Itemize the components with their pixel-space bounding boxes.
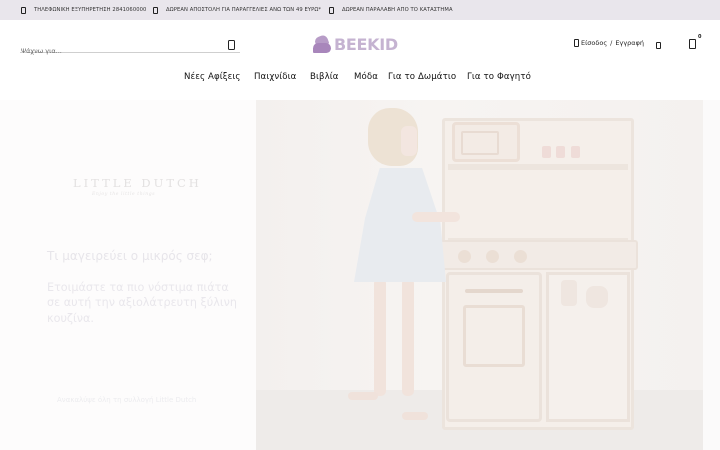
heart-icon[interactable] — [656, 42, 661, 49]
announcement-bar: ΤΗΛΕΦΩΝΙΚΗ ΕΞΥΠΗΡΕΤΗΣΗ 2841060000 ΔΩΡΕΑΝ… — [0, 0, 720, 20]
announcement-pickup: ΔΩΡΕΑΝ ΠΑΡΑΛΑΒΗ ΑΠΟ ΤΟ ΚΑΤΑΣΤΗΜΑ — [329, 0, 453, 20]
truck-icon — [153, 6, 158, 14]
hero-heading: Τι μαγειρεύει ο μικρός σεφ; — [47, 249, 213, 263]
search-input[interactable] — [20, 44, 210, 58]
login-link[interactable]: Είσοδος — [581, 39, 607, 47]
nav-item-books[interactable]: Βιβλία — [310, 72, 339, 82]
store-icon — [329, 6, 334, 14]
nav-item-fashion[interactable]: Μόδα — [354, 72, 378, 82]
nav-item-room[interactable]: Για το Δωμάτιο — [388, 72, 456, 82]
main-nav: Νέες Αφίξεις Παιχνίδια Βιβλία Μόδα Για τ… — [0, 72, 720, 90]
announcement-phone-text: ΤΗΛΕΦΩΝΙΚΗ ΕΞΥΠΗΡΕΤΗΣΗ 2841060000 — [34, 7, 147, 13]
logo-text: BEEKID — [334, 35, 398, 54]
account-links: Είσοδος / Εγγραφή — [574, 39, 644, 47]
announcement-shipping-text: ΔΩΡΕΑΝ ΑΠΟΣΤΟΛΗ ΓΙΑ ΠΑΡΑΓΓΕΛΙΕΣ ΑΝΩ ΤΩΝ … — [166, 7, 322, 13]
nav-item-food[interactable]: Για το Φαγητό — [467, 72, 531, 82]
cart-icon[interactable] — [689, 39, 696, 49]
little-dutch-logo: LITTLE DUTCH — [73, 176, 202, 190]
site-logo[interactable]: BEEKID — [313, 34, 398, 54]
phone-icon — [21, 6, 26, 14]
hero-collection-link[interactable]: Ανακαλύψε όλη τη συλλογή Little Dutch — [57, 396, 196, 404]
search-bar — [20, 38, 240, 58]
account-separator: / — [610, 39, 613, 47]
announcement-phone: ΤΗΛΕΦΩΝΙΚΗ ΕΞΥΠΗΡΕΤΗΣΗ 2841060000 — [21, 0, 146, 20]
hero-description: Ετοιμάστε τα πιο νόστιμα πιάτα σε αυτή τ… — [47, 281, 237, 325]
nav-item-toys[interactable]: Παιχνίδια — [254, 72, 296, 82]
announcement-pickup-text: ΔΩΡΕΑΝ ΠΑΡΑΛΑΒΗ ΑΠΟ ΤΟ ΚΑΤΑΣΤΗΜΑ — [342, 7, 453, 13]
nav-item-new-arrivals[interactable]: Νέες Αφίξεις — [184, 72, 241, 82]
cart-count-badge: 0 — [698, 34, 702, 40]
announcement-shipping: ΔΩΡΕΑΝ ΑΠΟΣΤΟΛΗ ΓΙΑ ΠΑΡΑΓΓΕΛΙΕΣ ΑΝΩ ΤΩΝ … — [153, 0, 321, 20]
user-icon — [574, 39, 579, 47]
register-link[interactable]: Εγγραφή — [615, 39, 644, 47]
little-dutch-tagline: Enjoy the little things — [92, 192, 156, 197]
bee-logo-icon — [313, 34, 333, 54]
search-icon[interactable] — [228, 40, 235, 50]
hero-image — [256, 100, 703, 450]
